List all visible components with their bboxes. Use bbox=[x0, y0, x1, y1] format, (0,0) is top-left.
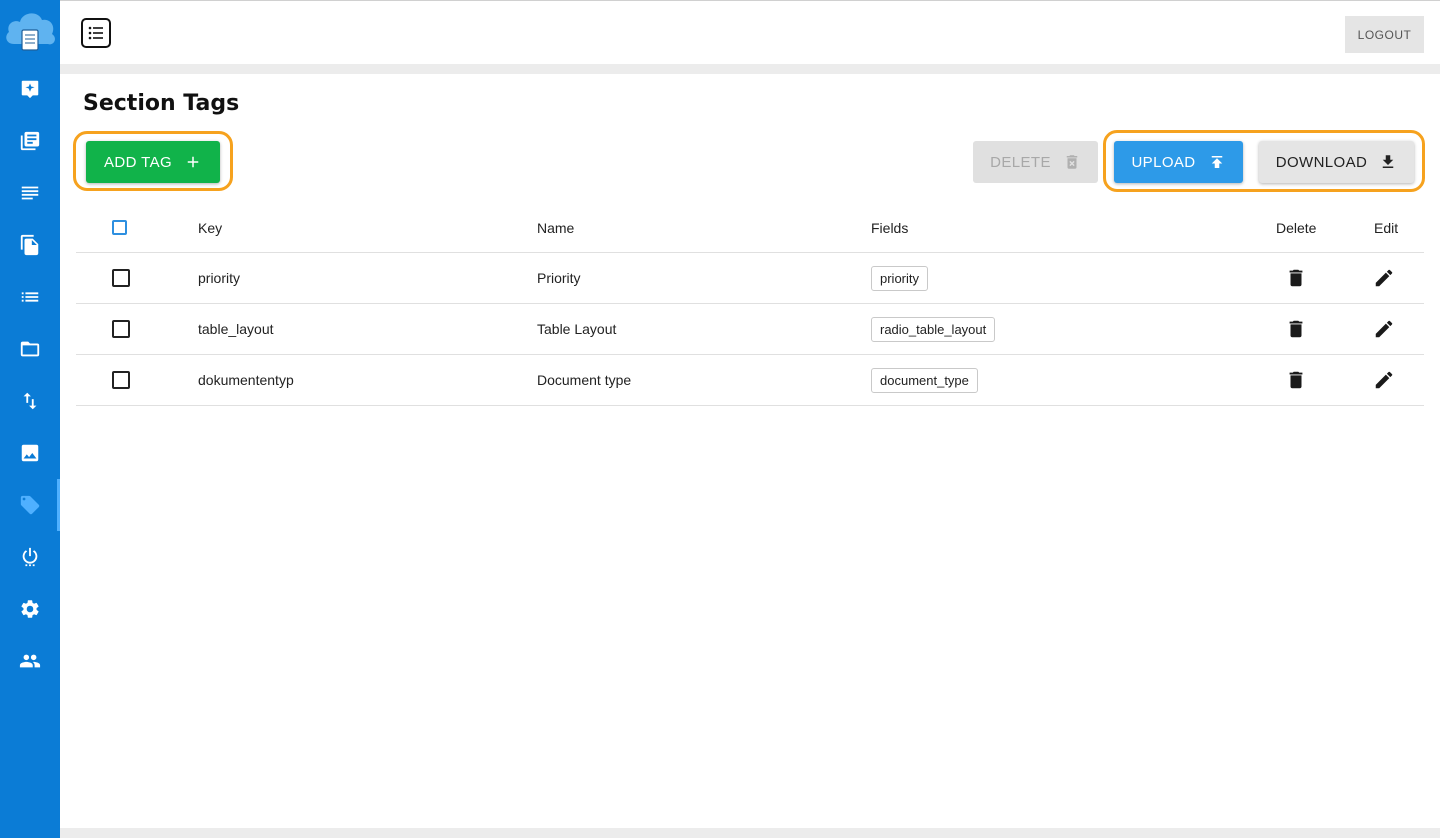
download-button[interactable]: DOWNLOAD bbox=[1259, 141, 1414, 183]
field-chip: document_type bbox=[871, 367, 978, 393]
row-delete-button[interactable] bbox=[1284, 317, 1308, 341]
plus-icon bbox=[187, 156, 199, 168]
row-edit-button[interactable] bbox=[1372, 368, 1396, 392]
row-key: table_layout bbox=[198, 321, 274, 337]
delete-button[interactable]: DELETE bbox=[973, 141, 1098, 183]
file-copy-icon bbox=[20, 234, 39, 256]
list-icon bbox=[21, 292, 39, 302]
header-key[interactable]: Key bbox=[198, 203, 222, 252]
row-key: priority bbox=[198, 270, 241, 286]
row-edit-button[interactable] bbox=[1372, 317, 1396, 341]
menu-toggle-button[interactable] bbox=[81, 18, 111, 48]
app-logo-cloud-icon[interactable] bbox=[2, 4, 58, 56]
tag-icon bbox=[20, 495, 40, 515]
trash-icon bbox=[1289, 371, 1303, 389]
trash-icon bbox=[1289, 320, 1303, 338]
image-icon bbox=[21, 444, 39, 462]
download-icon bbox=[1383, 155, 1394, 168]
nav-image[interactable] bbox=[0, 433, 60, 473]
nav-file-copy[interactable] bbox=[0, 225, 60, 265]
nav-folder[interactable] bbox=[0, 329, 60, 369]
row-checkbox[interactable] bbox=[112, 371, 130, 389]
table-row: priority Priority priority bbox=[76, 253, 1424, 304]
nav-users[interactable] bbox=[0, 641, 60, 681]
delete-forever-icon bbox=[1066, 155, 1078, 169]
delete-label: DELETE bbox=[990, 153, 1051, 171]
nav-power[interactable] bbox=[0, 537, 60, 577]
nav-list[interactable] bbox=[0, 277, 60, 317]
nav-settings[interactable] bbox=[0, 589, 60, 629]
row-key: dokumententyp bbox=[198, 372, 294, 388]
pencil-icon bbox=[1375, 269, 1393, 287]
table-row: table_layout Table Layout radio_table_la… bbox=[76, 304, 1424, 355]
row-delete-button[interactable] bbox=[1284, 368, 1308, 392]
pencil-icon bbox=[1375, 320, 1393, 338]
download-label: DOWNLOAD bbox=[1275, 153, 1368, 171]
table-header: Key Name Fields Delete Edit bbox=[76, 203, 1424, 253]
pencil-icon bbox=[1375, 371, 1393, 389]
nav-star-badge[interactable] bbox=[0, 69, 60, 109]
page-title: Section Tags bbox=[83, 91, 240, 116]
select-all-cell bbox=[112, 203, 127, 252]
sidebar bbox=[0, 0, 60, 838]
nav-tags[interactable] bbox=[0, 479, 60, 531]
topbar-divider bbox=[60, 64, 1440, 74]
upload-icon bbox=[1211, 156, 1222, 168]
list-menu-icon bbox=[88, 26, 103, 40]
gear-icon bbox=[21, 600, 39, 618]
swap-vertical-icon bbox=[23, 392, 37, 410]
select-all-checkbox[interactable] bbox=[112, 220, 127, 235]
nav-swap[interactable] bbox=[0, 381, 60, 421]
field-chip: radio_table_layout bbox=[871, 316, 996, 342]
upload-label: UPLOAD bbox=[1131, 153, 1196, 171]
folder-icon bbox=[20, 341, 40, 357]
text-lines-icon bbox=[21, 186, 39, 200]
power-icon bbox=[22, 547, 38, 567]
trash-icon bbox=[1289, 269, 1303, 287]
nav-library[interactable] bbox=[0, 121, 60, 161]
logout-button[interactable]: LOGOUT bbox=[1345, 16, 1424, 53]
table-row: dokumententyp Document type document_typ… bbox=[76, 355, 1424, 406]
header-delete: Delete bbox=[1276, 219, 1317, 236]
header-name[interactable]: Name bbox=[537, 203, 574, 252]
row-checkbox[interactable] bbox=[112, 269, 130, 287]
row-name: Priority bbox=[537, 270, 581, 286]
row-name: Document type bbox=[537, 372, 632, 388]
bottom-divider bbox=[60, 828, 1440, 838]
field-chip: priority bbox=[871, 265, 929, 291]
upload-button[interactable]: UPLOAD bbox=[1114, 141, 1243, 183]
users-icon bbox=[19, 654, 41, 668]
row-delete-button[interactable] bbox=[1284, 266, 1308, 290]
nav-text[interactable] bbox=[0, 173, 60, 213]
top-bar: LOGOUT bbox=[60, 0, 1440, 64]
star-badge-icon bbox=[21, 80, 39, 99]
header-fields: Fields bbox=[871, 219, 909, 236]
row-name: Table Layout bbox=[537, 321, 617, 337]
row-checkbox[interactable] bbox=[112, 320, 130, 338]
row-edit-button[interactable] bbox=[1372, 266, 1396, 290]
add-tag-button[interactable]: ADD TAG bbox=[86, 141, 220, 183]
header-edit: Edit bbox=[1374, 219, 1399, 236]
tags-table: Key Name Fields Delete Edit priority Pri… bbox=[76, 203, 1424, 406]
library-icon bbox=[20, 131, 40, 151]
add-tag-label: ADD TAG bbox=[103, 153, 173, 171]
